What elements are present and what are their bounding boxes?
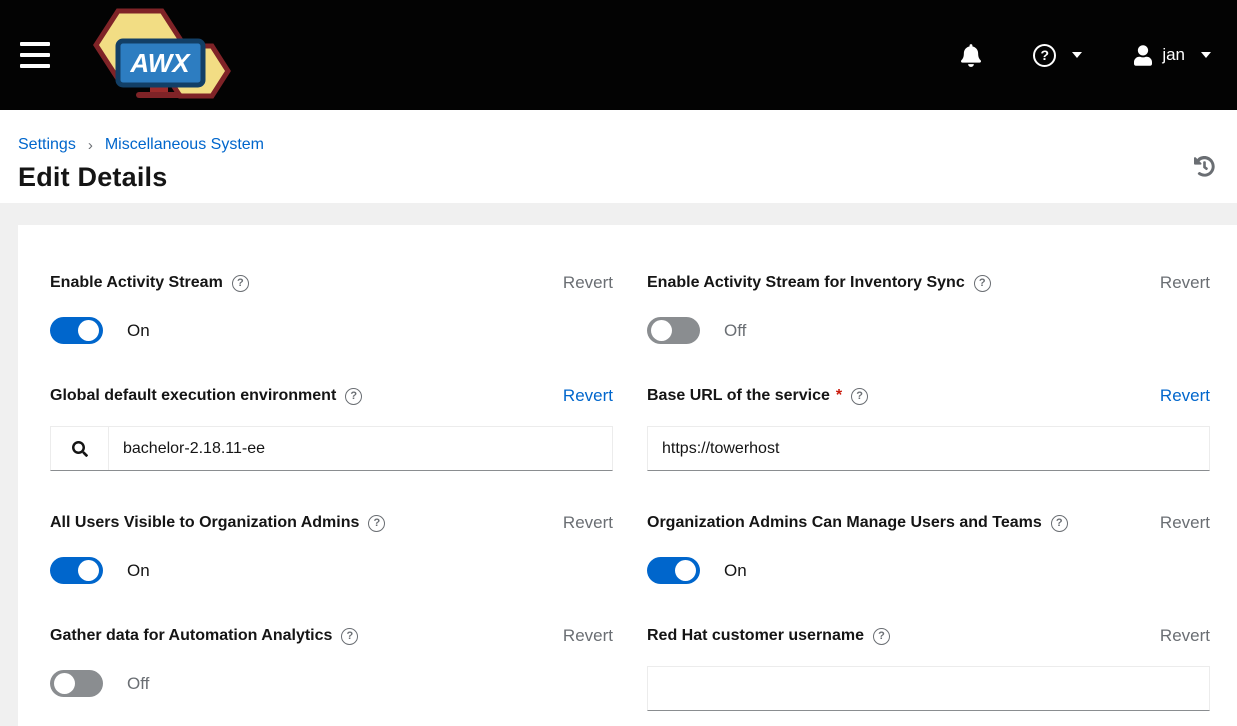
- revert-button[interactable]: Revert: [563, 513, 613, 533]
- toggle-switch[interactable]: [647, 317, 700, 344]
- breadcrumb-separator-icon: ›: [88, 137, 93, 154]
- toggle-state-label: On: [127, 561, 150, 581]
- revert-button[interactable]: Revert: [1160, 513, 1210, 533]
- user-icon: [1134, 45, 1152, 66]
- toggle-state-label: Off: [127, 674, 149, 694]
- toggle-knob: [78, 560, 99, 581]
- lookup-input-group: [50, 426, 613, 471]
- toggle-state-label: On: [724, 561, 747, 581]
- toggle-knob: [651, 320, 672, 341]
- field-base-url-of-the-service: Base URL of the service * ? Revert: [647, 384, 1210, 471]
- awx-logo-image: AWX: [78, 7, 238, 103]
- logo-text: AWX: [129, 48, 191, 78]
- breadcrumb-link-settings[interactable]: Settings: [18, 136, 76, 154]
- history-button[interactable]: [1194, 156, 1215, 177]
- field-global-default-execution-environment: Global default execution environment ? R…: [50, 384, 613, 471]
- toggle: On: [50, 557, 613, 584]
- field-label: Organization Admins Can Manage Users and…: [647, 514, 1042, 532]
- toggle: On: [50, 317, 613, 344]
- revert-button[interactable]: Revert: [1160, 386, 1210, 406]
- text-input-group: [647, 666, 1210, 711]
- revert-button[interactable]: Revert: [563, 273, 613, 293]
- toggle-switch[interactable]: [50, 317, 103, 344]
- page-header: Settings › Miscellaneous System Edit Det…: [0, 110, 1237, 203]
- chevron-down-icon: [1072, 52, 1082, 58]
- content-card: Enable Activity Stream ? Revert On Enabl…: [18, 225, 1237, 726]
- toggle-knob: [78, 320, 99, 341]
- red-hat-username-input[interactable]: [648, 667, 1209, 710]
- revert-button[interactable]: Revert: [563, 626, 613, 646]
- field-enable-activity-stream: Enable Activity Stream ? Revert On: [50, 271, 613, 344]
- username: jan: [1162, 45, 1185, 65]
- masthead: AWX ? jan: [0, 0, 1237, 110]
- toggle-state-label: On: [127, 321, 150, 341]
- help-icon[interactable]: ?: [232, 275, 249, 292]
- search-icon: [72, 441, 88, 457]
- toggle-knob: [675, 560, 696, 581]
- execution-environment-input[interactable]: [109, 427, 612, 470]
- toggle-knob: [54, 673, 75, 694]
- help-icon[interactable]: ?: [873, 628, 890, 645]
- toggle: On: [647, 557, 1210, 584]
- breadcrumb-link-miscellaneous-system[interactable]: Miscellaneous System: [105, 136, 264, 154]
- help-icon[interactable]: ?: [1051, 515, 1068, 532]
- user-menu-button[interactable]: jan: [1134, 45, 1211, 66]
- help-icon[interactable]: ?: [851, 388, 868, 405]
- required-asterisk: *: [836, 387, 842, 405]
- help-icon[interactable]: ?: [345, 388, 362, 405]
- awx-logo[interactable]: AWX: [78, 7, 238, 103]
- breadcrumb: Settings › Miscellaneous System: [18, 136, 1213, 154]
- toggle-switch[interactable]: [50, 670, 103, 697]
- toggle-state-label: Off: [724, 321, 746, 341]
- help-icon[interactable]: ?: [368, 515, 385, 532]
- settings-form: Enable Activity Stream ? Revert On Enabl…: [50, 271, 1210, 726]
- revert-button[interactable]: Revert: [563, 386, 613, 406]
- revert-button[interactable]: Revert: [1160, 273, 1210, 293]
- notifications-button[interactable]: [961, 44, 981, 67]
- history-icon: [1194, 156, 1215, 177]
- help-icon[interactable]: ?: [341, 628, 358, 645]
- hamburger-bar: [20, 64, 50, 68]
- question-circle-icon: ?: [1033, 44, 1056, 67]
- chevron-down-icon: [1201, 52, 1211, 58]
- toggle-switch[interactable]: [647, 557, 700, 584]
- help-menu-button[interactable]: ?: [1033, 44, 1082, 67]
- field-enable-activity-stream-inventory-sync: Enable Activity Stream for Inventory Syn…: [647, 271, 1210, 344]
- bell-icon: [961, 44, 981, 67]
- field-label: Global default execution environment: [50, 387, 336, 405]
- text-input-group: [647, 426, 1210, 471]
- field-org-admins-manage-users-teams: Organization Admins Can Manage Users and…: [647, 511, 1210, 584]
- nav-toggle-button[interactable]: [20, 38, 50, 72]
- toggle-switch[interactable]: [50, 557, 103, 584]
- field-label: Base URL of the service: [647, 387, 830, 405]
- base-url-input[interactable]: [648, 427, 1209, 470]
- help-icon[interactable]: ?: [974, 275, 991, 292]
- masthead-actions: ? jan: [961, 44, 1211, 67]
- toggle: Off: [50, 670, 613, 697]
- field-all-users-visible-to-org-admins: All Users Visible to Organization Admins…: [50, 511, 613, 584]
- toggle: Off: [647, 317, 1210, 344]
- hamburger-bar: [20, 53, 50, 57]
- page-title: Edit Details: [18, 162, 1213, 193]
- lookup-search-button[interactable]: [51, 427, 109, 470]
- field-label: Enable Activity Stream: [50, 274, 223, 292]
- field-gather-data-automation-analytics: Gather data for Automation Analytics ? R…: [50, 624, 613, 711]
- field-label: Red Hat customer username: [647, 627, 864, 645]
- revert-button[interactable]: Revert: [1160, 626, 1210, 646]
- field-label: All Users Visible to Organization Admins: [50, 514, 359, 532]
- field-label: Enable Activity Stream for Inventory Syn…: [647, 274, 965, 292]
- field-label: Gather data for Automation Analytics: [50, 627, 332, 645]
- hamburger-bar: [20, 42, 50, 46]
- field-red-hat-customer-username: Red Hat customer username ? Revert: [647, 624, 1210, 711]
